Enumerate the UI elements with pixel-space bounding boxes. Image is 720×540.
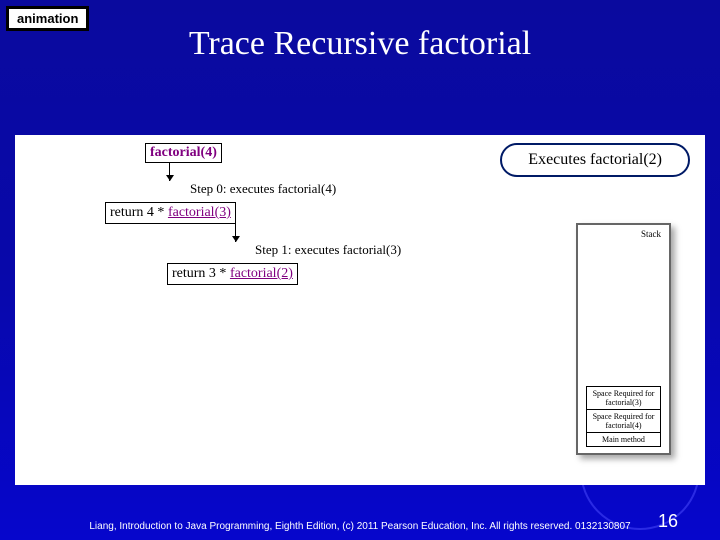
factorial-3-link: factorial(3) (168, 205, 231, 220)
arrow-down-icon (235, 224, 236, 242)
footer-text: Liang, Introduction to Java Programming,… (0, 521, 720, 532)
arrow-down-icon (169, 163, 170, 181)
return-row-2: return 3 * factorial(2) (167, 263, 298, 285)
return-text: return 4 * (110, 205, 168, 220)
stack-label: Stack (641, 229, 661, 239)
main-panel: Executes factorial(2) factorial(4) Step … (15, 135, 705, 485)
stack-frames: Space Required for factorial(3) Space Re… (586, 386, 661, 447)
slide-title: Trace Recursive factorial (0, 25, 720, 63)
page-number: 16 (658, 511, 678, 532)
stack-panel: Stack Space Required for factorial(3) Sp… (576, 223, 671, 455)
root-call: factorial(4) (145, 143, 222, 163)
factorial-2-link: factorial(2) (230, 266, 293, 281)
return-text: return 3 * (172, 266, 230, 281)
trace-diagram: factorial(4) Step 0: executes factorial(… (145, 143, 401, 285)
step-1-label: Step 1: executes factorial(3) (255, 242, 401, 259)
callout-bubble: Executes factorial(2) (500, 143, 690, 177)
animation-badge: animation (6, 6, 89, 31)
stack-frame: Space Required for factorial(4) (586, 410, 661, 433)
stack-frame: Space Required for factorial(3) (586, 386, 661, 410)
stack-frame: Main method (586, 433, 661, 447)
step-0-label: Step 0: executes factorial(4) (190, 181, 401, 198)
return-row-1: return 4 * factorial(3) (105, 202, 236, 224)
